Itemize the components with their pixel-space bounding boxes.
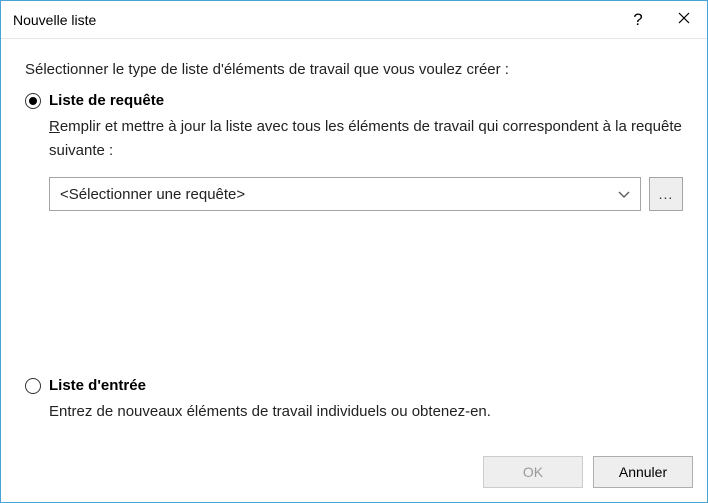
help-icon: ? (633, 10, 642, 30)
cancel-button[interactable]: Annuler (593, 456, 693, 488)
radio-query-label: Liste de requête (49, 92, 164, 109)
ok-button[interactable]: OK (483, 456, 583, 488)
dialog-window: Nouvelle liste ? Sélectionner le type de… (0, 0, 708, 503)
radio-input[interactable] (25, 378, 41, 394)
radio-query-row[interactable]: Liste de requête (25, 92, 683, 109)
query-combobox-value: <Sélectionner une requête> (60, 186, 618, 203)
help-button[interactable]: ? (615, 1, 661, 38)
spacer (25, 219, 683, 377)
chevron-down-icon (618, 191, 630, 198)
option-query-group: Liste de requête Remplir et mettre à jou… (25, 92, 683, 211)
query-combobox[interactable]: <Sélectionner une requête> (49, 177, 641, 211)
cancel-button-label: Annuler (619, 464, 667, 480)
radio-query[interactable] (25, 93, 41, 109)
dialog-title: Nouvelle liste (13, 12, 615, 28)
radio-input-label: Liste d'entrée (49, 377, 146, 394)
close-icon (678, 11, 690, 29)
browse-button[interactable]: ... (649, 177, 683, 211)
query-select-row: <Sélectionner une requête> ... (49, 177, 683, 211)
ok-button-label: OK (523, 464, 543, 480)
dialog-buttons: OK Annuler (1, 456, 707, 502)
option-input-description: Entrez de nouveaux éléments de travail i… (49, 400, 683, 424)
close-button[interactable] (661, 1, 707, 38)
titlebar: Nouvelle liste ? (1, 1, 707, 39)
option-input-group: Liste d'entrée Entrez de nouveaux élémen… (25, 377, 683, 438)
instruction-text: Sélectionner le type de liste d'éléments… (25, 61, 683, 78)
dialog-content: Sélectionner le type de liste d'éléments… (1, 39, 707, 456)
radio-input-row[interactable]: Liste d'entrée (25, 377, 683, 394)
titlebar-controls: ? (615, 1, 707, 38)
option-query-description: Remplir et mettre à jour la liste avec t… (49, 115, 683, 163)
ellipsis-icon: ... (659, 186, 674, 202)
